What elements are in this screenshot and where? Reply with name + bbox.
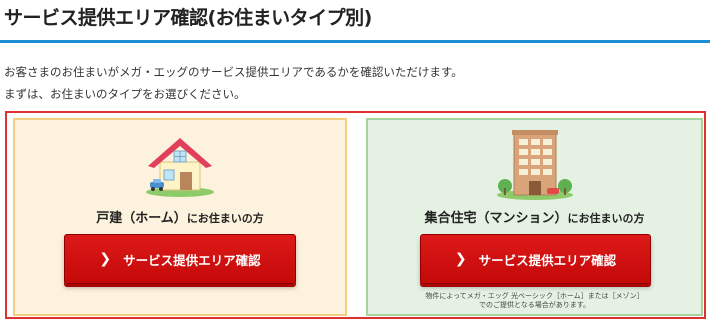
intro-text-line-1: お客さまのお住まいがメガ・エッグのサービス提供エリアであるかを確認いただけます。 <box>4 65 463 79</box>
chevron-right-icon: ❯ <box>454 251 467 267</box>
house-area-check-button[interactable]: ❯ サービス提供エリア確認 <box>64 234 296 284</box>
apartment-building-icon <box>496 130 573 200</box>
house-heading-suffix: にお住まいの方 <box>186 212 264 225</box>
intro-text-line-2: まずは、お住まいのタイプをお選びください。 <box>4 87 246 101</box>
apartment-area-check-button[interactable]: ❯ サービス提供エリア確認 <box>420 234 651 284</box>
page-title: サービス提供エリア確認(お住まいタイプ別) <box>4 7 372 29</box>
apartment-area-check-label: サービス提供エリア確認 <box>478 252 617 268</box>
apartment-note-line-2: でのご提供となる場合があります。 <box>478 301 591 309</box>
apartment-note-line-1: 物件によってメガ・エッグ 光ベーシック［ホーム］または［メゾン］ <box>425 292 644 300</box>
house-area-check-label: サービス提供エリア確認 <box>123 252 261 268</box>
title-divider <box>0 40 710 43</box>
apartment-card-heading: 集合住宅（マンション）にお住まいの方 <box>368 207 701 226</box>
house-type-card[interactable]: 戸建（ホーム）にお住まいの方 ❯ サービス提供エリア確認 <box>13 118 347 316</box>
house-heading-main: 戸建（ホーム） <box>96 211 187 226</box>
apartment-heading-suffix: にお住まいの方 <box>567 212 645 225</box>
house-icon <box>146 138 214 197</box>
chevron-right-icon: ❯ <box>99 251 112 267</box>
apartment-type-card[interactable]: 集合住宅（マンション）にお住まいの方 ❯ サービス提供エリア確認 物件によってメ… <box>366 118 703 316</box>
house-card-heading: 戸建（ホーム）にお住まいの方 <box>15 207 345 226</box>
apartment-heading-main: 集合住宅（マンション） <box>424 211 568 226</box>
